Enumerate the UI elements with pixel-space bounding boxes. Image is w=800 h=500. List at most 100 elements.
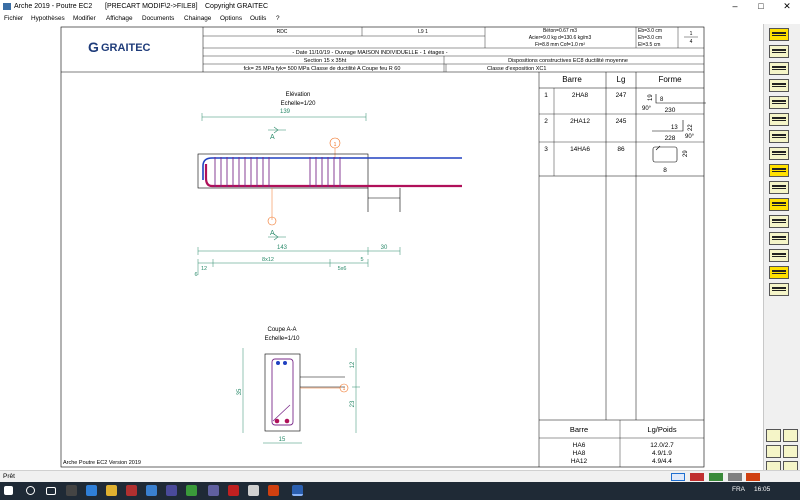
exposure-line: Classe d'exposition XC1 <box>487 66 546 72</box>
spacing-origin: 6 <box>194 272 197 278</box>
toolbar-tool-8[interactable] <box>769 147 789 160</box>
file-explorer-icon[interactable] <box>106 485 117 496</box>
bar-shape-dim: 8 <box>660 97 664 103</box>
zoom-in-icon[interactable] <box>783 429 798 442</box>
menu-affichage[interactable]: Affichage <box>106 13 133 24</box>
section-rebar-bottom <box>274 418 280 424</box>
right-toolbar <box>763 24 800 474</box>
search-icon[interactable] <box>26 486 35 495</box>
elevation-dim-bottom1: 143 <box>277 245 288 251</box>
language-indicator[interactable]: FRA <box>732 486 745 493</box>
taskbar-app-icon[interactable] <box>208 485 219 496</box>
weight-row-value: 12.0/2.7 <box>650 442 674 449</box>
elevation-dim-top: 139 <box>280 109 291 115</box>
section-mark-top: A <box>270 134 275 141</box>
status-icon[interactable] <box>728 473 742 481</box>
callout-label: 1 <box>334 142 337 148</box>
menu-modifier[interactable]: Modifier <box>73 13 96 24</box>
drawing-sheet: G GRAITEC RDC L9 1 Béton=0.67 m3 Acier=9… <box>60 26 706 468</box>
maximize-button[interactable]: □ <box>748 0 774 13</box>
toolbar-tool-16[interactable] <box>769 283 789 296</box>
toolbar-tool-6[interactable] <box>769 113 789 126</box>
toolbar-tool-9[interactable] <box>769 164 789 177</box>
menu-fichier[interactable]: Fichier <box>4 13 23 24</box>
status-icon[interactable] <box>671 473 685 481</box>
bar-table-header-lg: Lg <box>617 75 626 84</box>
footer-version: Arche Poutre EC2 Version 2019 <box>63 460 141 466</box>
elevation-title: Elévation <box>286 92 311 98</box>
svg-text:G: G <box>88 39 99 55</box>
pan-left-icon[interactable] <box>766 445 781 458</box>
bar-shape-3 <box>652 145 678 163</box>
bar-row-bar: 2HA12 <box>570 118 590 125</box>
spacing-end: 5 <box>360 257 363 263</box>
section-title: Coupe A-A <box>267 327 296 333</box>
toolbar-tool-13[interactable] <box>769 232 789 245</box>
word-icon[interactable] <box>292 485 303 496</box>
toolbar-tool-5[interactable] <box>769 96 789 109</box>
stirrups <box>214 157 341 187</box>
menu-outils[interactable]: Outils <box>250 13 266 24</box>
date-line: - Date 11/10/19 - Ouvrage MAISON INDIVID… <box>292 50 447 56</box>
toolbar-tool-10[interactable] <box>769 181 789 194</box>
toolbar-tool-11[interactable] <box>769 198 789 211</box>
drawing-canvas[interactable]: G GRAITEC RDC L9 1 Béton=0.67 m3 Acier=9… <box>0 24 763 470</box>
logo-text: GRAITEC <box>101 42 151 54</box>
element-label: L9 1 <box>418 29 428 35</box>
bar-shape-2 <box>652 120 684 132</box>
close-button[interactable]: ✕ <box>774 0 800 13</box>
toolbar-tool-15[interactable] <box>769 266 789 279</box>
status-icon[interactable] <box>746 473 760 481</box>
edge-icon[interactable] <box>86 485 97 496</box>
weight-row-bar: HA12 <box>571 458 588 465</box>
toolbar-tool-1[interactable] <box>769 28 789 41</box>
menu-options[interactable]: Options <box>220 13 242 24</box>
copyright-label: Copyright GRAITEC <box>205 3 269 10</box>
menu-help[interactable]: ? <box>276 13 280 24</box>
toolbar-tool-7[interactable] <box>769 130 789 143</box>
bar-row-num: 2 <box>544 118 548 125</box>
status-icon[interactable] <box>709 473 723 481</box>
minimize-button[interactable]: – <box>722 0 748 13</box>
section-rebar-top <box>283 361 287 365</box>
material-diameter: Fi=8.8 mm Cof=1.0 m² <box>535 42 585 48</box>
beam-outline <box>197 153 369 189</box>
taskbar-app-icon[interactable] <box>126 485 137 496</box>
acrobat-icon[interactable] <box>228 485 239 496</box>
taskbar-app-icon[interactable] <box>268 485 279 496</box>
status-icon[interactable] <box>690 473 704 481</box>
section-outline <box>264 353 301 432</box>
taskbar-app-icon[interactable] <box>146 485 157 496</box>
zoom-fit-icon[interactable] <box>766 429 781 442</box>
taskbar-app-icon[interactable] <box>166 485 177 496</box>
pan-right-icon[interactable] <box>783 445 798 458</box>
toolbar-tool-12[interactable] <box>769 215 789 228</box>
menu-documents[interactable]: Documents <box>142 13 174 24</box>
toolbar-tool-14[interactable] <box>769 249 789 262</box>
title-bar: Arche 2019 - Poutre EC2 [PRECART MODIF\2… <box>0 0 800 13</box>
toolbar-tool-3[interactable] <box>769 62 789 75</box>
elevation-view: Elévation Echelle=1/20 139 A 1 A 143 30 … <box>194 92 462 278</box>
bar-shape-angle: 90° <box>642 106 652 112</box>
taskbar: FRA 16:05 <box>0 482 800 500</box>
cover-eh: Eh=3.0 cm <box>638 35 662 41</box>
arche-icon[interactable] <box>248 485 259 496</box>
menu-chainage[interactable]: Chainage <box>184 13 211 24</box>
toolbar-tool-2[interactable] <box>769 45 789 58</box>
document-path: [PRECART MODIF\2->FILE8] <box>105 3 198 10</box>
menu-hypotheses[interactable]: Hypothèses <box>31 13 65 24</box>
status-bar: Prêt <box>0 470 800 482</box>
toolbar-tool-4[interactable] <box>769 79 789 92</box>
taskbar-app-icon[interactable] <box>186 485 197 496</box>
bar-shape-dim: 13 <box>671 125 678 131</box>
weight-row-bar: HA6 <box>573 442 586 449</box>
elevation-dim-bottom2: 30 <box>381 245 388 251</box>
clock[interactable]: 16:05 <box>754 486 770 493</box>
bar-row-length: 247 <box>616 92 627 99</box>
section-rebar-bottom <box>284 418 290 424</box>
windows-start-icon[interactable] <box>4 486 13 495</box>
weight-row-value: 4.9/1.9 <box>652 450 672 457</box>
task-view-icon[interactable] <box>46 487 56 495</box>
material-concrete: Béton=0.67 m3 <box>543 28 577 34</box>
taskbar-app-icon[interactable] <box>66 485 77 496</box>
